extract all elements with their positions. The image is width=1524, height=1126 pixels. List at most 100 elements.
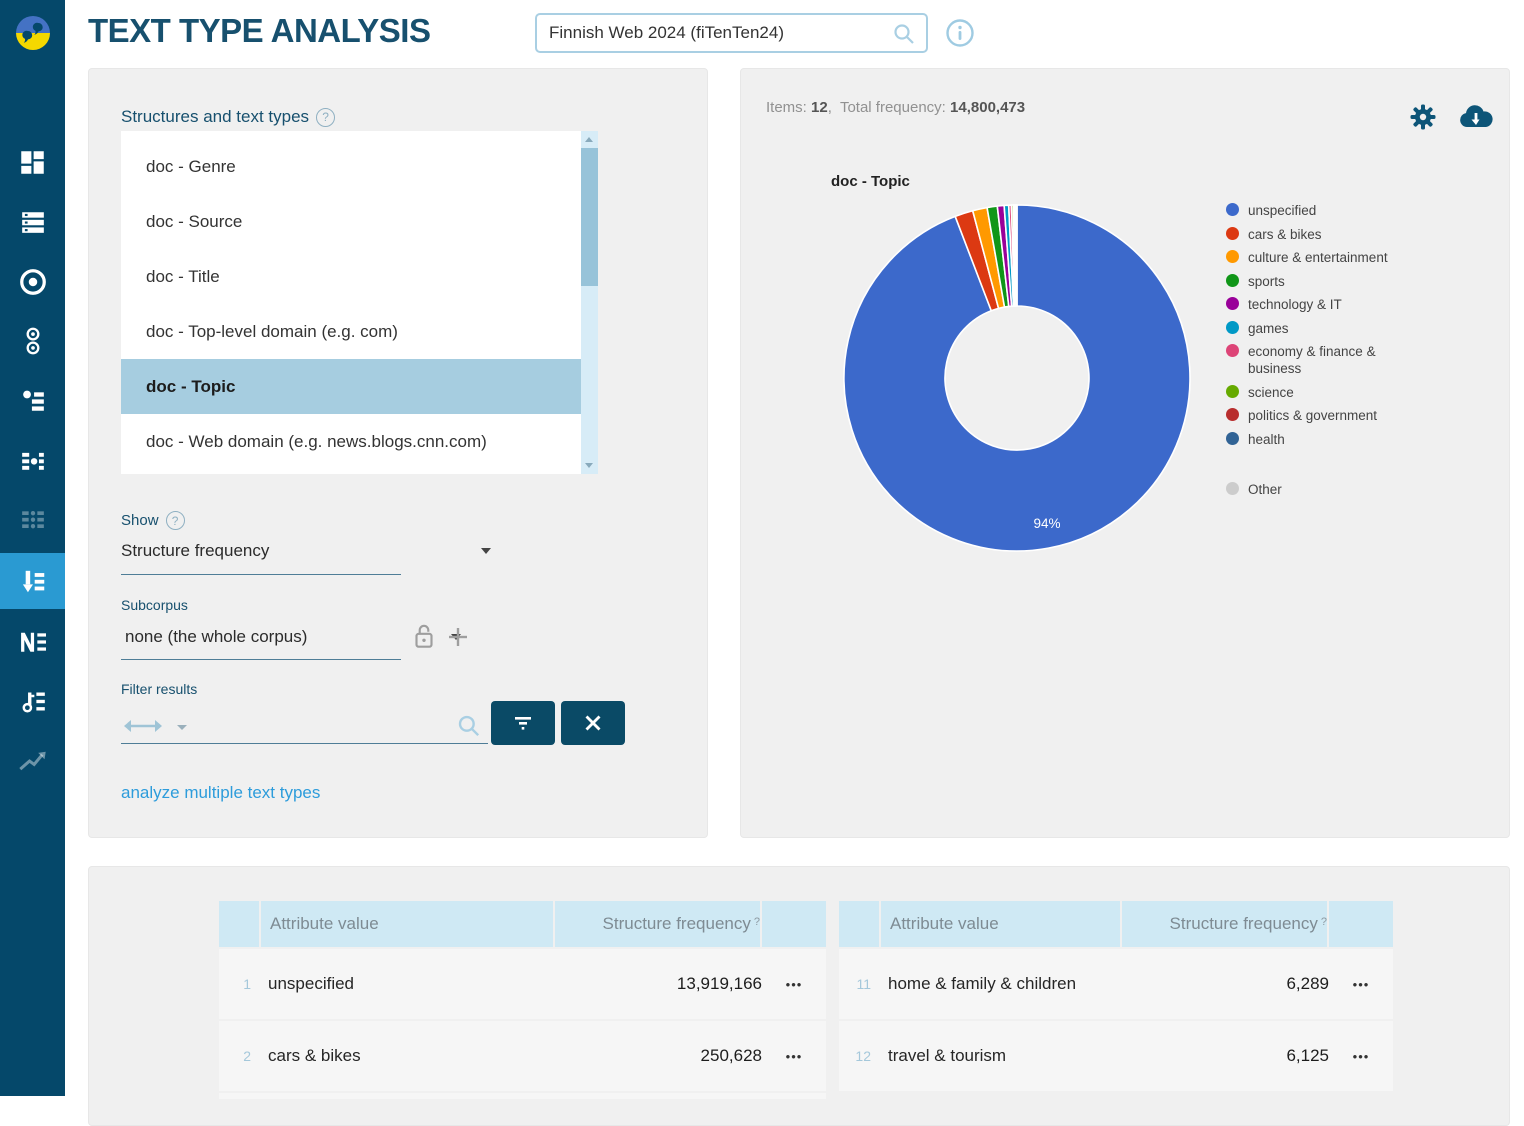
sidebar-item-word-sketch[interactable] [0, 371, 65, 431]
list-item-doc-topic[interactable]: doc - Topic [121, 359, 581, 414]
list-item-doc-title[interactable]: doc - Title [121, 249, 581, 304]
donut-slice-other[interactable] [1016, 205, 1017, 306]
legend-item-health[interactable]: health [1226, 431, 1456, 448]
results-tables-panel: Attribute value Structure frequency? 1 u… [88, 866, 1510, 1126]
legend-dot [1226, 408, 1239, 421]
list-item-doc-top-level-domain[interactable]: doc - Top-level domain (e.g. com) [121, 304, 581, 359]
attribute-value[interactable]: cars & bikes [259, 1046, 611, 1066]
scroll-down-icon[interactable] [585, 463, 593, 468]
legend-item-other[interactable]: Other [1226, 481, 1456, 498]
attribute-value[interactable]: home & family & children [879, 974, 1178, 994]
sidebar-item-keywords[interactable] [0, 671, 65, 731]
menu-column-header [762, 901, 826, 947]
table-row: 12 travel & tourism 6,125 ••• [839, 1021, 1393, 1091]
help-icon[interactable]: ? [166, 511, 185, 530]
more-options-icon[interactable]: ••• [762, 1049, 826, 1064]
close-icon [583, 713, 603, 733]
corpus-selector[interactable] [535, 13, 928, 53]
chevron-down-icon [481, 548, 491, 554]
legend-dot [1226, 227, 1239, 240]
legend-item-technology-it[interactable]: technology & IT [1226, 296, 1456, 313]
structure-frequency-header: Structure frequency? [555, 901, 760, 947]
show-label-text: Show [121, 512, 159, 529]
header-hint-icon[interactable]: ? [754, 916, 760, 928]
sketch-engine-logo[interactable] [0, 0, 65, 66]
more-options-icon[interactable]: ••• [762, 977, 826, 992]
sketch-engine-logo-icon [14, 14, 52, 52]
sidebar-item-concordance[interactable] [0, 252, 65, 312]
legend-label: Other [1248, 481, 1282, 498]
structures-label: Structures and text types ? [121, 107, 335, 127]
legend-label: politics & government [1248, 407, 1377, 424]
attribute-value-header: Attribute value [261, 901, 553, 947]
list-item-doc-web-domain[interactable]: doc - Web domain (e.g. news.blogs.cnn.co… [121, 414, 581, 469]
show-label: Show ? [121, 511, 185, 530]
show-dropdown[interactable]: Structure frequency [121, 541, 401, 561]
more-options-icon[interactable]: ••• [1329, 977, 1393, 992]
analyze-multiple-text-types-link[interactable]: analyze multiple text types [121, 783, 320, 803]
trends-icon [18, 749, 48, 773]
legend-label: technology & IT [1248, 296, 1342, 313]
list-scrollbar[interactable] [581, 131, 598, 474]
sidebar-item-trends[interactable] [0, 731, 65, 791]
list-item-doc-source[interactable]: doc - Source [121, 194, 581, 249]
row-rank: 1 [219, 976, 259, 992]
legend-label: unspecified [1248, 202, 1316, 219]
sidebar-item-text-type-analysis[interactable] [0, 553, 65, 609]
clear-filter-button[interactable] [561, 701, 625, 745]
sidebar-item-parallel-concordance[interactable] [0, 311, 65, 371]
sidebar-item-dashboard[interactable] [0, 132, 65, 192]
legend-item-unspecified[interactable]: unspecified [1226, 202, 1456, 219]
add-subcorpus-icon[interactable] [446, 625, 470, 649]
legend-label: cars & bikes [1248, 226, 1322, 243]
chevron-down-icon[interactable] [177, 725, 187, 730]
attribute-value[interactable]: unspecified [259, 974, 611, 994]
legend-dot [1226, 344, 1239, 357]
legend-item-culture-entertainment[interactable]: culture & entertainment [1226, 249, 1456, 266]
filter-input[interactable] [194, 709, 444, 741]
table-row: 1 unspecified 13,919,166 ••• [219, 949, 826, 1019]
lock-open-icon[interactable] [411, 621, 437, 651]
legend-item-cars-bikes[interactable]: cars & bikes [1226, 226, 1456, 243]
row-rank: 11 [839, 976, 879, 992]
structure-frequency-value: 13,919,166 [611, 974, 762, 994]
search-icon[interactable] [892, 22, 916, 46]
ngrams-icon [18, 629, 48, 655]
legend-dot [1226, 321, 1239, 334]
structure-frequency-value: 6,125 [1178, 1046, 1329, 1066]
scroll-up-icon[interactable] [585, 137, 593, 142]
help-icon[interactable]: ? [316, 108, 335, 127]
info-icon[interactable] [945, 18, 975, 48]
sidebar-item-word-list[interactable] [0, 192, 65, 252]
legend-item-sports[interactable]: sports [1226, 273, 1456, 290]
legend-item-games[interactable]: games [1226, 320, 1456, 337]
legend-label: health [1248, 431, 1285, 448]
legend-label: economy & finance & business [1248, 343, 1418, 377]
apply-filter-button[interactable] [491, 701, 555, 745]
filter-icon [511, 713, 535, 733]
legend-dot [1226, 250, 1239, 263]
thesaurus-icon [19, 507, 47, 533]
attribute-value[interactable]: travel & tourism [879, 1046, 1178, 1066]
search-icon [456, 713, 482, 739]
rank-column-header [219, 901, 259, 947]
sidebar-item-thesaurus[interactable] [0, 490, 65, 550]
legend-label: science [1248, 384, 1294, 401]
legend-label: sports [1248, 273, 1285, 290]
corpus-search-input[interactable] [549, 15, 879, 51]
legend-item-science[interactable]: science [1226, 384, 1456, 401]
header-hint-icon[interactable]: ? [1321, 916, 1327, 928]
match-type-icon[interactable] [123, 715, 163, 737]
subcorpus-dropdown-value: none (the whole corpus) [125, 627, 307, 646]
sidebar-item-word-sketch-difference[interactable] [0, 431, 65, 491]
parallel-concordance-icon [21, 326, 45, 356]
subcorpus-dropdown[interactable]: none (the whole corpus) [121, 627, 401, 647]
legend-item-economy-finance-business[interactable]: economy & finance & business [1226, 343, 1456, 377]
legend-item-politics-government[interactable]: politics & government [1226, 407, 1456, 424]
more-options-icon[interactable]: ••• [1329, 1049, 1393, 1064]
list-item-doc-genre[interactable]: doc - Genre [121, 139, 581, 194]
list-scrollbar-thumb[interactable] [581, 148, 598, 286]
sidebar-item-ngrams[interactable] [0, 612, 65, 672]
table-row: 2 cars & bikes 250,628 ••• [219, 1021, 826, 1091]
word-sketch-icon [19, 388, 47, 414]
